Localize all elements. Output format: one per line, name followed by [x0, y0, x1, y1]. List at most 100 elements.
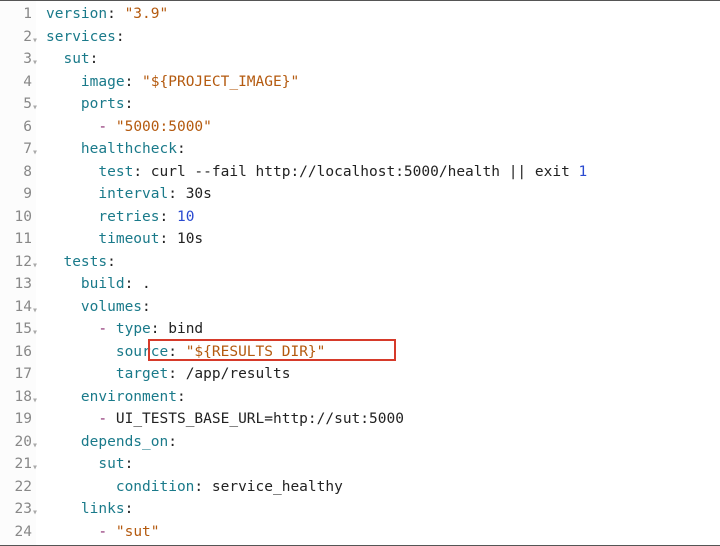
line-number: 2▾	[0, 26, 36, 49]
token-key: version	[46, 6, 107, 22]
code-line[interactable]: - type: bind	[46, 318, 587, 341]
token-plain: :	[107, 6, 124, 22]
token-dash: -	[98, 524, 115, 540]
line-number: 4	[0, 71, 36, 94]
token-plain: :	[107, 254, 116, 270]
token-key: environment	[81, 389, 177, 405]
line-number-gutter: 12▾3▾45▾67▾89101112▾1314▾15▾161718▾1920▾…	[0, 1, 36, 545]
token-dash: -	[98, 119, 115, 135]
line-number: 7▾	[0, 138, 36, 161]
token-plain: :	[116, 29, 125, 45]
token-key: build	[81, 276, 125, 292]
line-number: 6	[0, 116, 36, 139]
code-line[interactable]: sut:	[46, 453, 587, 476]
line-number: 1	[0, 3, 36, 26]
code-line[interactable]: healthcheck:	[46, 138, 587, 161]
token-key: sut	[63, 51, 89, 67]
line-number: 17	[0, 363, 36, 386]
token-plain: UI_TESTS_BASE_URL=http://sut:5000	[116, 411, 404, 427]
code-line[interactable]: volumes:	[46, 296, 587, 319]
token-key: links	[81, 501, 125, 517]
code-line[interactable]: interval: 30s	[46, 183, 587, 206]
code-line[interactable]: build: .	[46, 273, 587, 296]
code-line[interactable]: tests:	[46, 251, 587, 274]
token-plain: : service_healthy	[194, 479, 342, 495]
token-plain: :	[177, 141, 186, 157]
token-num: 1	[579, 164, 588, 180]
code-line[interactable]: - "5000:5000"	[46, 116, 587, 139]
token-key: interval	[98, 186, 168, 202]
code-line[interactable]: - "sut"	[46, 521, 587, 544]
line-number: 14▾	[0, 296, 36, 319]
line-number: 10	[0, 206, 36, 229]
line-number: 18▾	[0, 386, 36, 409]
code-line[interactable]: test: curl --fail http://localhost:5000/…	[46, 161, 587, 184]
token-key: condition	[116, 479, 195, 495]
line-number: 23▾	[0, 498, 36, 521]
code-area[interactable]: version: "3.9"services: sut: image: "${P…	[36, 1, 587, 543]
token-plain: :	[125, 74, 142, 90]
token-key: depends_on	[81, 434, 168, 450]
code-line[interactable]: - UI_TESTS_BASE_URL=http://sut:5000	[46, 408, 587, 431]
token-plain: : .	[125, 276, 151, 292]
token-key: healthcheck	[81, 141, 177, 157]
token-plain: : curl --fail http://localhost:5000/heal…	[133, 164, 578, 180]
line-number: 8	[0, 161, 36, 184]
line-number: 11	[0, 228, 36, 251]
token-key: image	[81, 74, 125, 90]
token-key: type	[116, 321, 151, 337]
token-key: test	[98, 164, 133, 180]
token-key: timeout	[98, 231, 159, 247]
code-line[interactable]: target: /app/results	[46, 363, 587, 386]
code-line[interactable]: environment:	[46, 386, 587, 409]
code-line[interactable]: source: "${RESULTS_DIR}"	[46, 341, 587, 364]
line-number: 9	[0, 183, 36, 206]
token-plain: :	[177, 389, 186, 405]
token-plain: :	[168, 434, 177, 450]
line-number: 19	[0, 408, 36, 431]
token-str: "3.9"	[125, 6, 169, 22]
code-line[interactable]: services:	[46, 26, 587, 49]
code-line[interactable]: image: "${PROJECT_IMAGE}"	[46, 71, 587, 94]
code-line[interactable]: sut:	[46, 48, 587, 71]
code-line[interactable]: condition: service_healthy	[46, 476, 587, 499]
token-dash: -	[98, 321, 115, 337]
token-plain: :	[125, 96, 134, 112]
token-plain: :	[168, 344, 185, 360]
line-number: 22	[0, 476, 36, 499]
line-number: 21▾	[0, 453, 36, 476]
token-str: "5000:5000"	[116, 119, 212, 135]
line-number: 24	[0, 521, 36, 544]
token-plain: :	[125, 456, 134, 472]
line-number: 3▾	[0, 48, 36, 71]
token-plain: :	[142, 299, 151, 315]
line-number: 12▾	[0, 251, 36, 274]
token-plain: : 30s	[168, 186, 212, 202]
code-editor[interactable]: 12▾3▾45▾67▾89101112▾1314▾15▾161718▾1920▾…	[0, 1, 720, 545]
line-number: 5▾	[0, 93, 36, 116]
code-line[interactable]: retries: 10	[46, 206, 587, 229]
token-dash: -	[98, 411, 115, 427]
token-str: "${RESULTS_DIR}"	[186, 344, 326, 360]
code-line[interactable]: depends_on:	[46, 431, 587, 454]
token-plain: :	[125, 501, 134, 517]
token-num: 10	[177, 209, 194, 225]
token-str: "sut"	[116, 524, 160, 540]
token-key: target	[116, 366, 168, 382]
token-str: "${PROJECT_IMAGE}"	[142, 74, 299, 90]
token-plain: : 10s	[160, 231, 204, 247]
token-key: source	[116, 344, 168, 360]
token-plain: : /app/results	[168, 366, 290, 382]
token-key: volumes	[81, 299, 142, 315]
code-line[interactable]: ports:	[46, 93, 587, 116]
line-number: 20▾	[0, 431, 36, 454]
token-key: ports	[81, 96, 125, 112]
code-line[interactable]: version: "3.9"	[46, 3, 587, 26]
line-number: 16	[0, 341, 36, 364]
code-line[interactable]: timeout: 10s	[46, 228, 587, 251]
token-key: tests	[63, 254, 107, 270]
code-line[interactable]: links:	[46, 498, 587, 521]
line-number: 15▾	[0, 318, 36, 341]
token-plain: : bind	[151, 321, 203, 337]
line-number: 13	[0, 273, 36, 296]
